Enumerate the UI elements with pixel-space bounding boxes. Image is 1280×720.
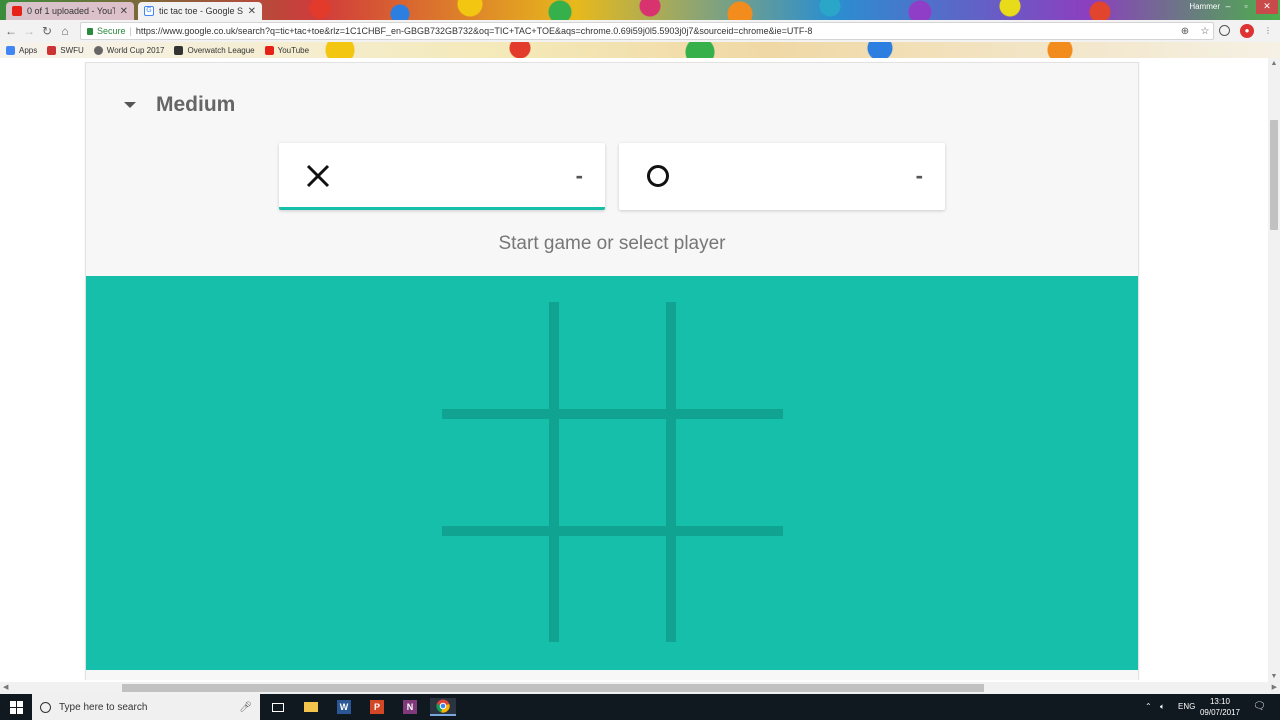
board-cell-7[interactable] — [442, 536, 552, 646]
forward-icon[interactable]: → — [20, 24, 38, 38]
board-cell-4[interactable] — [442, 419, 552, 529]
browser-toolbar: ← → ↻ ⌂ Secure | https://www.google.co.u… — [0, 20, 1280, 42]
scroll-left-icon[interactable]: ◀ — [3, 682, 8, 694]
horizontal-scrollbar[interactable]: ◀ ▶ — [0, 682, 1280, 694]
board-cell-6[interactable] — [676, 419, 786, 529]
clock-time: 13:10 — [1209, 697, 1230, 706]
bookmark-apps[interactable]: Apps — [6, 45, 38, 55]
file-explorer-icon[interactable] — [301, 698, 321, 716]
task-view-icon[interactable] — [268, 698, 288, 716]
difficulty-label: Medium — [156, 93, 236, 116]
soccer-ball-icon — [93, 45, 103, 55]
bookmark-star-icon[interactable]: ☆ — [1197, 26, 1213, 37]
windows-logo-icon — [9, 700, 23, 714]
vertical-scrollbar[interactable]: ▲ ▼ — [1268, 58, 1280, 682]
extension-icon[interactable] — [1219, 25, 1230, 36]
tab-youtube-upload[interactable]: 0 of 1 uploaded - YouTub ✕ — [6, 2, 134, 20]
tab-google-search[interactable]: G tic tac toe - Google Sear ✕ — [138, 2, 262, 20]
start-button[interactable] — [0, 694, 32, 720]
bookmark-label: YouTube — [277, 45, 310, 55]
scroll-down-icon[interactable]: ▼ — [1268, 673, 1280, 680]
chrome-icon[interactable] — [430, 698, 456, 716]
address-bar[interactable]: Secure | https://www.google.co.uk/search… — [80, 22, 1214, 40]
adblock-icon[interactable]: ● — [1240, 24, 1254, 38]
browser-title-bar: 0 of 1 uploaded - YouTub ✕ G tic tac toe… — [0, 0, 1280, 20]
home-icon[interactable]: ⌂ — [56, 24, 74, 38]
url-text[interactable]: https://www.google.co.uk/search?q=tic+ta… — [136, 26, 1173, 36]
lock-icon — [87, 27, 93, 35]
x-mark-icon — [306, 164, 330, 188]
minimize-icon[interactable]: – — [1220, 0, 1236, 14]
menu-icon[interactable]: ⋮ — [1261, 24, 1275, 38]
apps-grid-icon — [6, 45, 15, 55]
player-o-card[interactable]: - — [619, 143, 945, 210]
youtube-icon — [264, 45, 274, 55]
horizontal-scroll-thumb[interactable] — [122, 684, 984, 692]
microphone-icon[interactable]: 🎤︎ — [239, 702, 252, 713]
bookmark-label: Apps — [19, 45, 38, 55]
tic-tac-toe-widget: Medium - - Start game or select player — [85, 62, 1139, 680]
player-x-card[interactable]: - — [279, 143, 605, 210]
google-icon: G — [144, 6, 154, 16]
game-status: Start game or select player — [498, 233, 726, 254]
board-cell-2[interactable] — [559, 302, 669, 412]
bookmarks-bar: Apps SWFU World Cup 2017 Overwatch Leagu… — [0, 42, 1280, 58]
profile-name[interactable]: Hammer — [1189, 2, 1220, 11]
omnibox-divider: | — [129, 26, 132, 36]
difficulty-selector[interactable]: Medium — [124, 93, 235, 117]
tray-overflow-icon[interactable]: ⌃ — [1145, 694, 1152, 720]
windows-taskbar: Type here to search 🎤︎ W P N ⌃ 🔈︎ ENG 13… — [0, 694, 1280, 720]
scroll-right-icon[interactable]: ▶ — [1272, 682, 1277, 694]
o-mark-icon — [647, 165, 669, 187]
player-o-score: - — [915, 163, 923, 188]
volume-icon[interactable]: 🔈︎ — [1160, 694, 1165, 720]
maximize-icon[interactable]: ▫ — [1238, 0, 1254, 14]
powerpoint-icon[interactable]: P — [367, 698, 387, 716]
notifications-icon[interactable]: 🗨︎ — [1253, 694, 1266, 720]
bookmark-label: Overwatch League — [187, 45, 255, 55]
folder-icon — [174, 45, 184, 55]
cortana-icon — [40, 701, 51, 713]
scroll-up-icon[interactable]: ▲ — [1268, 60, 1280, 67]
bookmark-swfu[interactable]: SWFU — [47, 45, 84, 55]
secure-label: Secure — [97, 26, 126, 36]
board-cell-5[interactable] — [559, 419, 669, 529]
taskbar-clock[interactable]: 13:10 09/07/2017 — [1200, 696, 1240, 718]
board-cell-8[interactable] — [559, 536, 669, 646]
search-placeholder: Type here to search — [59, 701, 148, 713]
onenote-icon[interactable]: N — [400, 698, 420, 716]
back-icon[interactable]: ← — [2, 24, 20, 38]
board-cell-3[interactable] — [676, 302, 786, 412]
window-close-icon[interactable]: ✕ — [1256, 0, 1278, 14]
game-board — [86, 276, 1138, 670]
page-viewport: Medium - - Start game or select player — [0, 58, 1268, 680]
bookmark-youtube[interactable]: YouTube — [264, 45, 310, 55]
bookmark-world-cup[interactable]: World Cup 2017 — [93, 45, 165, 55]
word-icon[interactable]: W — [334, 698, 354, 716]
close-icon[interactable]: ✕ — [120, 6, 128, 17]
vertical-scroll-thumb[interactable] — [1270, 120, 1278, 230]
bookmark-overwatch[interactable]: Overwatch League — [174, 45, 255, 55]
caret-down-icon — [124, 102, 136, 108]
board-cell-1[interactable] — [442, 302, 552, 412]
bookmark-label: World Cup 2017 — [106, 45, 165, 55]
clock-date: 09/07/2017 — [1199, 708, 1240, 717]
player-x-score: - — [575, 163, 583, 188]
tab-label: 0 of 1 uploaded - YouTub — [27, 6, 115, 16]
swfu-icon — [47, 45, 57, 55]
bookmark-label: SWFU — [60, 45, 84, 55]
tab-label: tic tac toe - Google Sear — [159, 6, 243, 16]
reload-icon[interactable]: ↻ — [38, 24, 56, 38]
youtube-icon — [12, 6, 22, 16]
zoom-icon[interactable]: ⊕ — [1177, 26, 1193, 37]
close-icon[interactable]: ✕ — [248, 6, 256, 17]
board-cell-9[interactable] — [676, 536, 786, 646]
language-indicator[interactable]: ENG — [1178, 694, 1195, 720]
taskbar-search[interactable]: Type here to search 🎤︎ — [32, 694, 260, 720]
chrome-logo-icon — [436, 699, 450, 713]
